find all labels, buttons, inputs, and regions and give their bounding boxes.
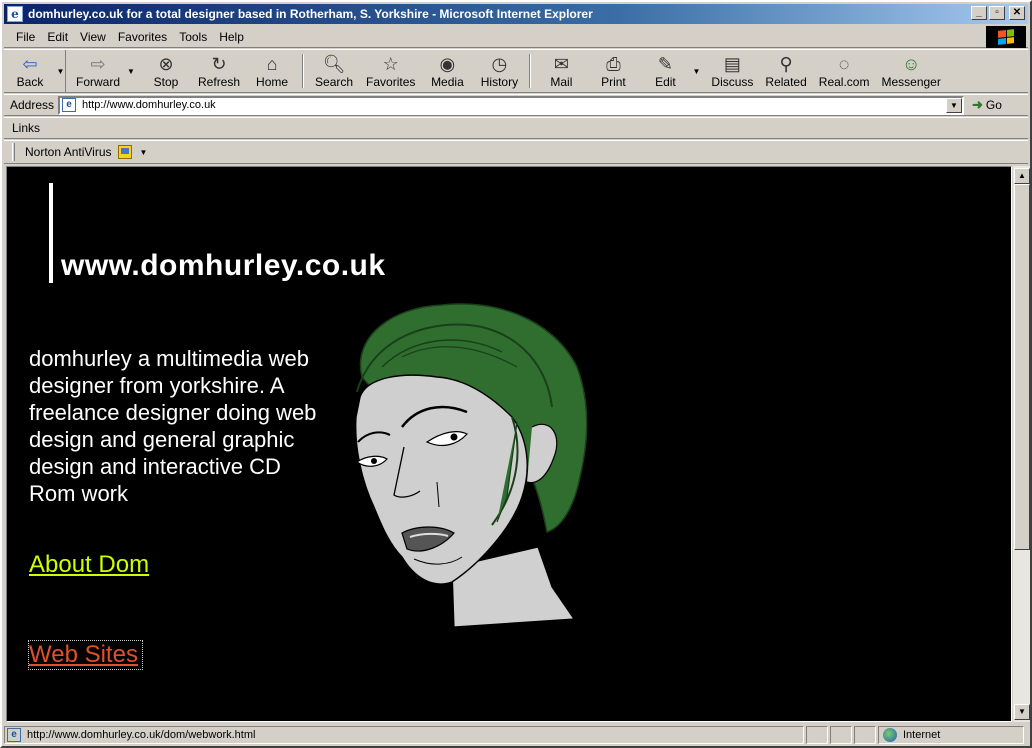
menu-tools[interactable]: Tools <box>173 30 213 44</box>
back-button[interactable]: ⇦ Back <box>4 50 56 92</box>
windows-logo-icon <box>986 26 1026 48</box>
restore-button[interactable]: ▫ <box>989 6 1005 20</box>
real-icon: ◌ <box>838 53 850 74</box>
media-button[interactable]: ◉ Media <box>421 50 473 92</box>
forward-button[interactable]: ⇨ Forward <box>70 50 126 92</box>
title-accent-bar <box>49 183 53 283</box>
favorites-button[interactable]: ☆ Favorites <box>360 50 421 92</box>
security-zone[interactable]: Internet <box>878 726 1024 744</box>
stop-button[interactable]: ⊗ Stop <box>140 50 192 92</box>
window-controls: _ ▫ ✕ <box>971 6 1025 20</box>
history-button[interactable]: ◷ History <box>473 50 525 92</box>
menu-file[interactable]: File <box>10 30 41 44</box>
scroll-down-icon[interactable]: ▼ <box>1014 704 1030 720</box>
go-arrow-icon: ➜ <box>972 97 983 112</box>
status-text: http://www.domhurley.co.uk/dom/webwork.h… <box>27 729 256 741</box>
print-icon: ⎙ <box>606 53 621 74</box>
menu-favorites[interactable]: Favorites <box>112 30 173 44</box>
norton-icon[interactable] <box>117 145 132 159</box>
links-bar: Links <box>4 117 1028 139</box>
home-button[interactable]: ⌂ Home <box>246 50 298 92</box>
status-bar: e http://www.domhurley.co.uk/dom/webwork… <box>4 724 1028 746</box>
ie-icon: e <box>7 6 23 22</box>
standard-toolbar: ⇦ Back ▼ ⇨ Forward ▼ ⊗ Stop ↻ Refresh ⌂ … <box>4 49 1028 93</box>
portrait-illustration <box>354 303 588 628</box>
address-input[interactable]: e http://www.domhurley.co.uk ▼ <box>58 95 964 115</box>
norton-dropdown-icon[interactable]: ▼ <box>140 148 148 157</box>
mail-icon: ✉ <box>553 53 569 74</box>
norton-label[interactable]: Norton AntiVirus <box>25 145 112 159</box>
media-icon: ◉ <box>439 53 456 74</box>
back-arrow-icon: ⇦ <box>22 53 38 74</box>
internet-globe-icon <box>883 728 897 742</box>
stop-icon: ⊗ <box>158 53 174 74</box>
mail-button[interactable]: ✉ Mail <box>535 50 587 92</box>
search-icon: 🔍︎ <box>322 53 346 74</box>
status-panel <box>806 726 828 744</box>
messenger-button[interactable]: ☺ Messenger <box>875 50 946 92</box>
page-icon: e <box>62 98 76 112</box>
discuss-button[interactable]: ▤ Discuss <box>705 50 759 92</box>
web-sites-link[interactable]: Web Sites <box>28 640 143 670</box>
scroll-thumb[interactable] <box>1014 184 1030 550</box>
toolbar-separator <box>302 54 305 88</box>
norton-toolbar: Norton AntiVirus ▼ <box>4 140 1028 164</box>
address-dropdown-icon[interactable]: ▼ <box>946 97 962 113</box>
favorites-icon: ☆ <box>382 53 399 74</box>
page-icon: e <box>7 728 21 742</box>
links-label[interactable]: Links <box>12 121 40 135</box>
realcom-button[interactable]: ◌ Real.com <box>813 50 876 92</box>
related-button[interactable]: ⚲ Related <box>759 50 812 92</box>
menu-help[interactable]: Help <box>213 30 250 44</box>
edit-button[interactable]: ✎ Edit <box>639 50 691 92</box>
related-icon: ⚲ <box>779 53 793 74</box>
menu-bar: File Edit View Favorites Tools Help <box>4 26 1028 48</box>
search-button[interactable]: 🔍︎ Search <box>308 50 360 92</box>
address-url[interactable]: http://www.domhurley.co.uk <box>82 99 216 111</box>
scroll-up-icon[interactable]: ▲ <box>1014 168 1030 184</box>
refresh-icon: ↻ <box>211 53 227 74</box>
discuss-icon: ▤ <box>723 53 741 74</box>
address-bar: Address e http://www.domhurley.co.uk ▼ ➜… <box>4 94 1028 116</box>
intro-text: domhurley a multimedia web designer from… <box>29 346 317 506</box>
address-label: Address <box>10 98 55 112</box>
status-panel <box>830 726 852 744</box>
history-icon: ◷ <box>491 53 508 74</box>
window-title: domhurley.co.uk for a total designer bas… <box>28 7 593 21</box>
site-title: www.domhurley.co.uk <box>61 249 386 282</box>
go-label: Go <box>985 98 1002 112</box>
menu-view[interactable]: View <box>74 30 112 44</box>
print-button[interactable]: ⎙ Print <box>587 50 639 92</box>
toolbar-grip[interactable] <box>12 143 15 161</box>
page-viewport: www.domhurley.co.uk domhurley a multimed… <box>6 166 1012 722</box>
forward-arrow-icon: ⇨ <box>90 53 106 74</box>
close-button[interactable]: ✕ <box>1009 6 1025 20</box>
status-panel <box>854 726 876 744</box>
toolbar-separator <box>529 54 532 88</box>
refresh-button[interactable]: ↻ Refresh <box>192 50 246 92</box>
messenger-icon: ☺ <box>901 53 921 74</box>
vertical-scrollbar[interactable]: ▲ ▼ <box>1012 166 1030 722</box>
forward-dropdown-icon[interactable]: ▼ <box>126 50 136 92</box>
status-text-panel: e http://www.domhurley.co.uk/dom/webwork… <box>4 726 804 744</box>
menu-edit[interactable]: Edit <box>41 30 74 44</box>
title-bar: e domhurley.co.uk for a total designer b… <box>4 4 1028 24</box>
minimize-button[interactable]: _ <box>971 6 987 20</box>
go-button[interactable]: ➜ Go <box>972 97 1002 113</box>
home-icon: ⌂ <box>266 53 278 74</box>
about-dom-link[interactable]: About Dom <box>29 551 149 579</box>
edit-dropdown-icon[interactable]: ▼ <box>691 50 701 92</box>
browser-window: e domhurley.co.uk for a total designer b… <box>0 0 1032 748</box>
back-dropdown-icon[interactable]: ▼ <box>56 50 66 92</box>
zone-label: Internet <box>903 729 941 741</box>
edit-icon: ✎ <box>657 53 673 74</box>
